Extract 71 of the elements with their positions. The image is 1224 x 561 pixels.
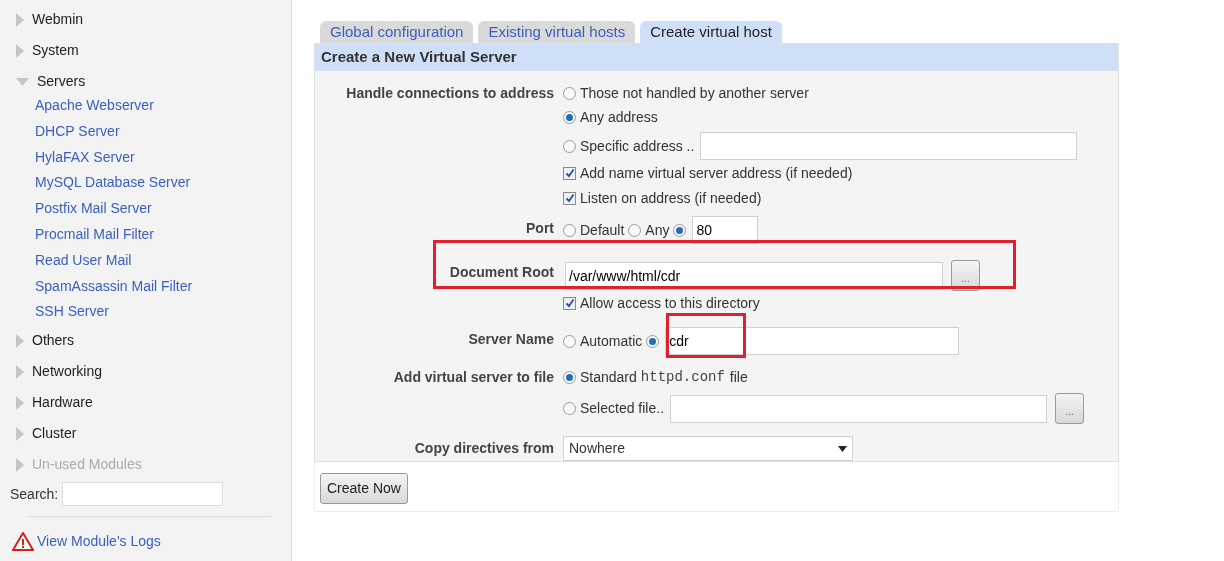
expand-triangle-icon[interactable] [16, 333, 24, 348]
radio-label: Any address [580, 107, 658, 127]
file-name: httpd.conf [640, 367, 725, 387]
radio-button[interactable] [563, 86, 576, 100]
checkbox-label: Add name virtual server address (if needed) [580, 163, 853, 183]
create-now-button[interactable]: Create Now [320, 473, 408, 504]
field-label: Add virtual server to file [393, 368, 554, 387]
caret-icon [838, 445, 847, 452]
radio-button[interactable] [563, 139, 576, 153]
module-link[interactable]: Procmail Mail Filter [35, 222, 271, 248]
module-link[interactable]: SpamAssassin Mail Filter [35, 273, 271, 300]
radio-label: Standard [580, 367, 637, 387]
text-field[interactable] [700, 132, 1078, 160]
text-field[interactable]: /var/www/html/cdr [565, 261, 943, 290]
expand-triangle-icon[interactable] [16, 426, 24, 441]
field-label: Port [526, 219, 554, 238]
checkbox[interactable] [563, 191, 576, 205]
expand-triangle-icon[interactable] [16, 43, 24, 58]
radio-button[interactable] [563, 402, 576, 415]
field-label: Copy directives from [414, 439, 554, 458]
module-link[interactable]: Read User Mail [35, 247, 271, 274]
field-label: Handle connections to address [346, 84, 554, 103]
radio-label: Default [580, 220, 625, 240]
radio-label: Those not handled by another server [580, 83, 809, 103]
radio-button[interactable] [563, 370, 576, 384]
category-label[interactable]: System [32, 40, 79, 61]
category-label[interactable]: Servers [37, 71, 86, 92]
view-logs-link[interactable]: View Module's Logs [37, 531, 161, 553]
radio-button[interactable] [563, 334, 576, 348]
module-link[interactable]: HylaFAX Server [35, 144, 271, 171]
module-link[interactable]: DHCP Server [35, 118, 271, 145]
search-label: Search: [10, 484, 59, 504]
radio-button[interactable] [563, 223, 576, 237]
expand-triangle-icon[interactable] [16, 12, 24, 27]
text-field[interactable]: cdr [665, 327, 960, 355]
tab[interactable]: Create virtual host [640, 21, 782, 43]
search-field[interactable] [62, 482, 224, 507]
expand-triangle-icon[interactable] [16, 395, 24, 410]
module-link[interactable]: SSH Server [35, 299, 271, 326]
radio-button[interactable] [646, 334, 660, 348]
category-label[interactable]: Webmin [32, 9, 84, 30]
select-dropdown[interactable]: Nowhere [563, 436, 853, 461]
checkbox-label: Allow access to this directory [580, 293, 760, 313]
form-title: Create a New Virtual Server [315, 44, 1118, 71]
collapse-triangle-icon[interactable] [16, 77, 29, 86]
checkbox[interactable] [563, 296, 576, 310]
module-link[interactable]: Postfix Mail Server [35, 196, 271, 222]
radio-button[interactable] [563, 110, 576, 124]
radio-label: Specific address .. [580, 136, 695, 156]
checkbox[interactable] [563, 166, 576, 180]
text-field[interactable] [670, 394, 1048, 423]
radio-label: Selected file.. [580, 399, 665, 418]
browse-button[interactable]: ... [1055, 393, 1085, 424]
category-label[interactable]: Cluster [32, 423, 77, 445]
radio-label: Any [645, 220, 670, 240]
option-text: file [729, 367, 748, 387]
category-label[interactable]: Networking [32, 361, 103, 383]
category-label[interactable]: Others [32, 330, 74, 352]
radio-button[interactable] [673, 223, 687, 237]
category-label[interactable]: Hardware [32, 392, 93, 414]
radio-label: Automatic [580, 331, 643, 351]
field-label: Server Name [468, 330, 554, 349]
module-link[interactable]: MySQL Database Server [35, 170, 271, 197]
warning-icon [12, 532, 34, 552]
expand-triangle-icon[interactable] [16, 364, 24, 379]
checkbox-label: Listen on address (if needed) [580, 188, 762, 208]
field-label: Document Root [449, 263, 554, 282]
tab[interactable]: Global configuration [320, 21, 474, 43]
tab[interactable]: Existing virtual hosts [478, 21, 636, 43]
module-link[interactable]: Apache Webserver [35, 93, 271, 119]
radio-button[interactable] [628, 223, 642, 237]
